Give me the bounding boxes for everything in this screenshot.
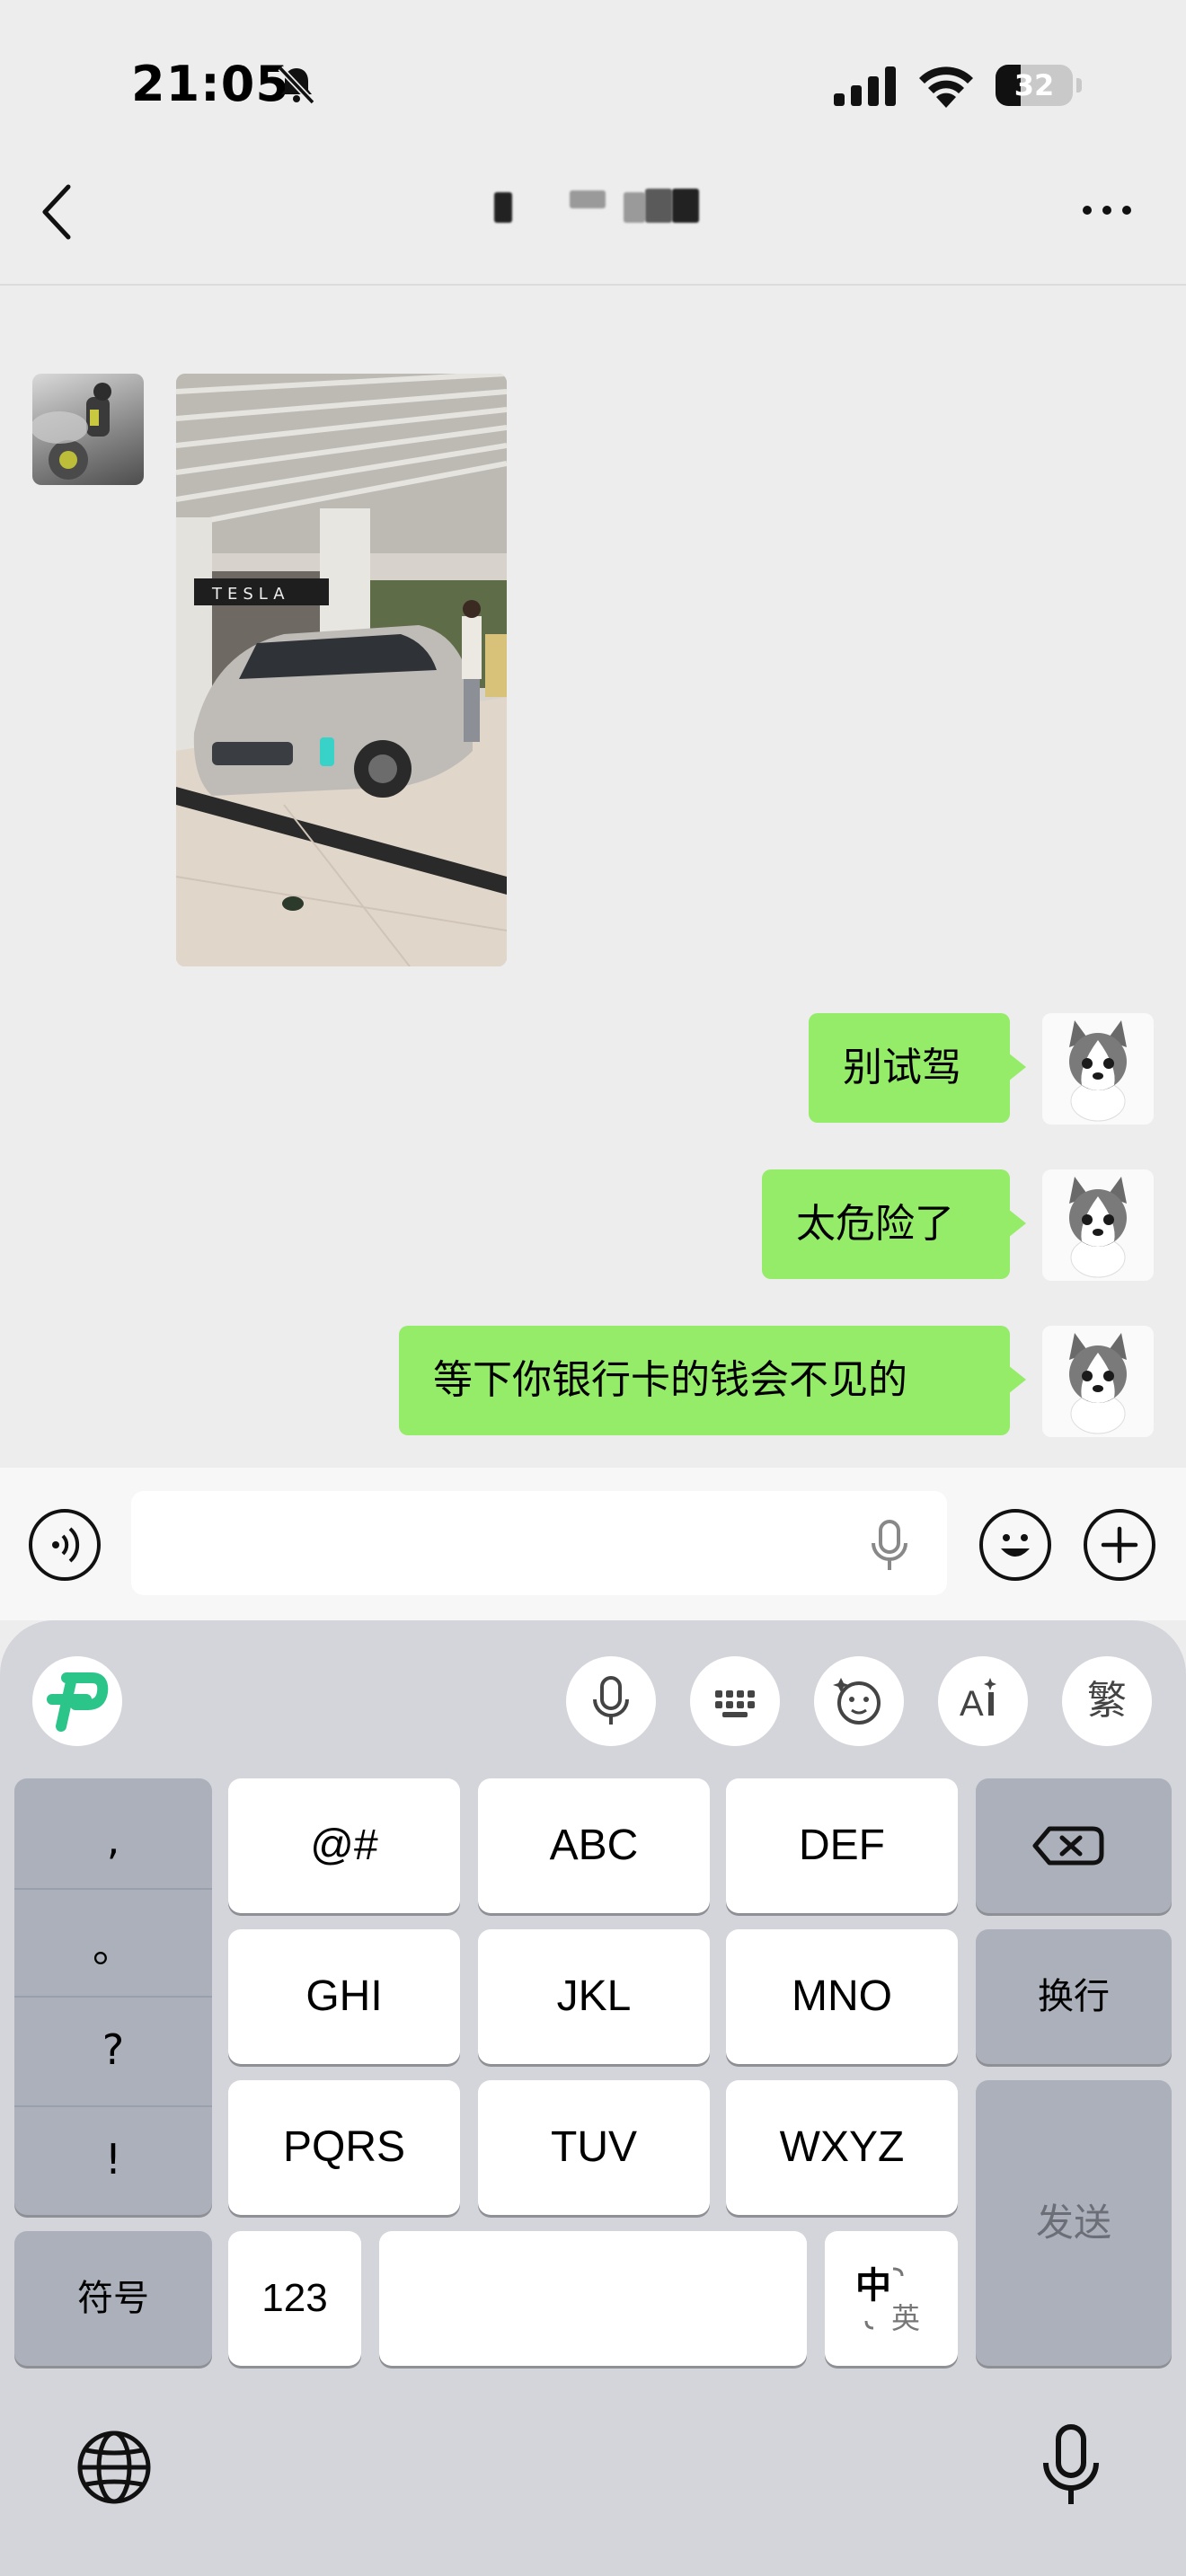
dictation-mic-icon[interactable] bbox=[1039, 2423, 1103, 2510]
space-key[interactable] bbox=[379, 2231, 807, 2366]
send-key[interactable]: 发送 bbox=[976, 2080, 1172, 2366]
voice-icon[interactable] bbox=[29, 1509, 101, 1581]
punct-key[interactable]: ! bbox=[14, 2105, 212, 2213]
car-photo[interactable]: TESLA bbox=[176, 374, 507, 966]
newline-key[interactable]: 换行 bbox=[976, 1929, 1172, 2064]
message-bubble[interactable]: 太危险了 bbox=[762, 1169, 1026, 1279]
punct-key[interactable]: , bbox=[14, 1786, 212, 1893]
emoji-icon[interactable] bbox=[979, 1509, 1051, 1581]
key[interactable]: TUV bbox=[478, 2080, 710, 2215]
key[interactable]: PQRS bbox=[228, 2080, 460, 2215]
battery-icon: 32 bbox=[996, 65, 1082, 110]
self-avatar[interactable] bbox=[1042, 1326, 1154, 1437]
key[interactable]: GHI bbox=[228, 1929, 460, 2064]
sender-avatar[interactable] bbox=[32, 374, 144, 485]
message-bubble[interactable]: 等下你银行卡的钱会不见的 bbox=[399, 1326, 1026, 1435]
keyboard-voice-button[interactable] bbox=[566, 1656, 656, 1746]
tesla-sign: TESLA bbox=[211, 585, 290, 604]
backspace-icon bbox=[1032, 1826, 1104, 1866]
key[interactable]: @# bbox=[228, 1778, 460, 1913]
globe-icon[interactable] bbox=[75, 2429, 153, 2506]
backspace-key[interactable] bbox=[976, 1778, 1172, 1913]
self-avatar[interactable] bbox=[1042, 1169, 1154, 1281]
key[interactable]: WXYZ bbox=[726, 2080, 958, 2215]
punct-key[interactable]: ? bbox=[14, 1996, 212, 2104]
key[interactable]: MNO bbox=[726, 1929, 958, 2064]
numbers-key[interactable]: 123 bbox=[228, 2231, 361, 2366]
message-bubble[interactable]: 别试驾 bbox=[809, 1013, 1026, 1123]
bell-slash-icon bbox=[278, 66, 315, 105]
mic-icon[interactable] bbox=[866, 1520, 913, 1572]
plus-icon[interactable] bbox=[1084, 1509, 1155, 1581]
back-icon[interactable] bbox=[36, 180, 79, 244]
signal-icon bbox=[834, 66, 896, 106]
punct-key[interactable]: 。 bbox=[14, 1893, 212, 2001]
key[interactable]: JKL bbox=[478, 1929, 710, 2064]
status-time: 21:05 bbox=[131, 56, 290, 112]
traditional-chinese-button[interactable]: 繁 bbox=[1062, 1656, 1152, 1746]
svg-text:A: A bbox=[960, 1684, 984, 1724]
self-avatar[interactable] bbox=[1042, 1013, 1154, 1125]
key[interactable]: DEF bbox=[726, 1778, 958, 1913]
sticker-icon[interactable] bbox=[814, 1656, 904, 1746]
symbols-key[interactable]: 符号 bbox=[14, 2231, 212, 2366]
grid-keyboard-icon[interactable] bbox=[690, 1656, 780, 1746]
ai-icon[interactable]: A bbox=[938, 1656, 1028, 1746]
wifi-icon bbox=[919, 66, 973, 108]
key[interactable]: ABC bbox=[478, 1778, 710, 1913]
header-divider bbox=[0, 284, 1186, 286]
more-icon[interactable] bbox=[1078, 192, 1136, 228]
logo-icon[interactable] bbox=[31, 1654, 124, 1748]
chat-title-redacted bbox=[485, 185, 710, 230]
message-input[interactable] bbox=[131, 1491, 947, 1595]
language-switch-key[interactable]: 中 英 bbox=[825, 2231, 958, 2366]
